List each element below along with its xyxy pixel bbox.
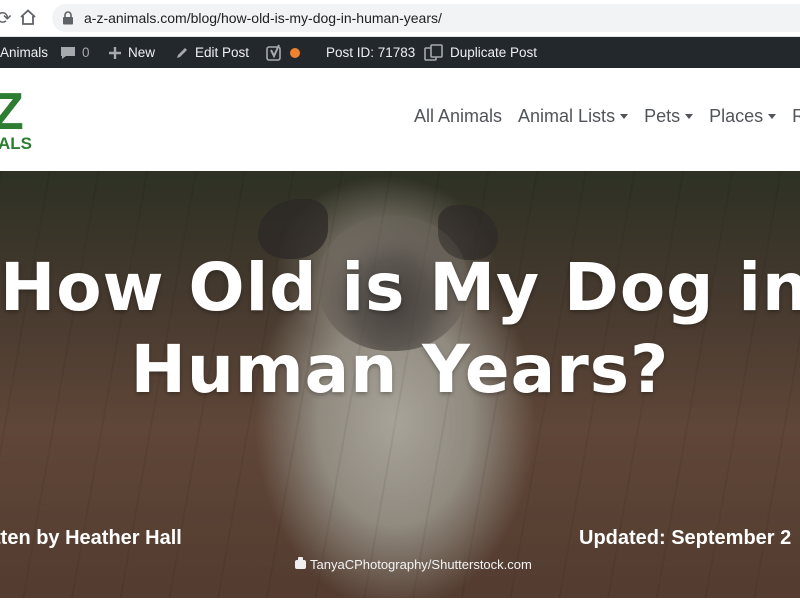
post-id-label: Post ID: 71783 (326, 45, 416, 60)
menu-item-places[interactable]: Places (709, 106, 777, 127)
url-text[interactable]: a-z-animals.com/blog/how-old-is-my-dog-i… (84, 10, 442, 26)
address-bar[interactable]: a-z-animals.com/blog/how-old-is-my-dog-i… (52, 4, 800, 32)
duplicate-icon (424, 43, 444, 62)
menu-label: Pets (644, 106, 681, 126)
admin-new[interactable]: New (108, 37, 155, 68)
seo-status-dot (290, 47, 300, 58)
author-byline[interactable]: tten by Heather Hall (0, 527, 182, 550)
photo-credit: TanyaCPhotography/Shutterstock.com (295, 557, 532, 572)
title-line-1: How Old is My Dog in (0, 249, 800, 326)
yoast-icon (266, 44, 284, 62)
edit-post-label: Edit Post (195, 45, 250, 60)
home-icon[interactable] (18, 8, 38, 28)
menu-label: Re (792, 106, 800, 126)
reload-icon[interactable]: ⟳ (0, 8, 14, 28)
duplicate-post-label: Duplicate Post (450, 45, 538, 60)
admin-comments[interactable]: 0 (60, 37, 90, 68)
site-logo[interactable]: Z ALS (0, 86, 40, 156)
caret-down-icon (620, 114, 629, 119)
site-header: Z ALS All Animals Animal Lists Pets Plac… (0, 68, 800, 171)
pencil-icon (175, 46, 189, 60)
camera-icon (295, 557, 306, 569)
menu-item-more[interactable]: Re (792, 106, 800, 127)
admin-seo[interactable] (266, 37, 300, 68)
menu-item-all-animals[interactable]: All Animals (414, 106, 502, 127)
title-line-2: Human Years? (130, 331, 670, 408)
admin-edit-post[interactable]: Edit Post (175, 37, 249, 68)
menu-label: Places (709, 106, 764, 126)
wp-admin-bar: Animals 0 New Edit Post Post ID: 71783 D… (0, 37, 800, 68)
logo-text: ALS (0, 134, 32, 153)
page-title: How Old is My Dog in Human Years? (0, 247, 800, 411)
menu-item-pets[interactable]: Pets (644, 106, 694, 127)
menu-label: Animal Lists (518, 106, 616, 126)
menu-label: All Animals (414, 106, 503, 126)
menu-item-animal-lists[interactable]: Animal Lists (518, 106, 629, 127)
admin-site-name[interactable]: Animals (0, 37, 48, 68)
caret-down-icon (685, 114, 694, 119)
main-menu: All Animals Animal Lists Pets Places Re (414, 106, 800, 127)
browser-toolbar: ⟳ a-z-animals.com/blog/how-old-is-my-dog… (0, 0, 800, 37)
admin-duplicate-post[interactable]: Duplicate Post (424, 37, 537, 68)
plus-icon (108, 46, 122, 60)
caret-down-icon (768, 114, 777, 119)
hero-banner: How Old is My Dog in Human Years? tten b… (0, 171, 800, 598)
updated-date: Updated: September 2 (579, 527, 792, 549)
lock-icon (62, 11, 76, 25)
photo-credit-text: TanyaCPhotography/Shutterstock.com (310, 557, 532, 572)
logo-letter: Z (0, 83, 24, 141)
site-name-label: Animals (0, 45, 49, 60)
comment-icon (60, 45, 76, 61)
admin-post-id: Post ID: 71783 (326, 37, 415, 68)
comments-count: 0 (82, 45, 90, 60)
new-label: New (128, 45, 156, 60)
